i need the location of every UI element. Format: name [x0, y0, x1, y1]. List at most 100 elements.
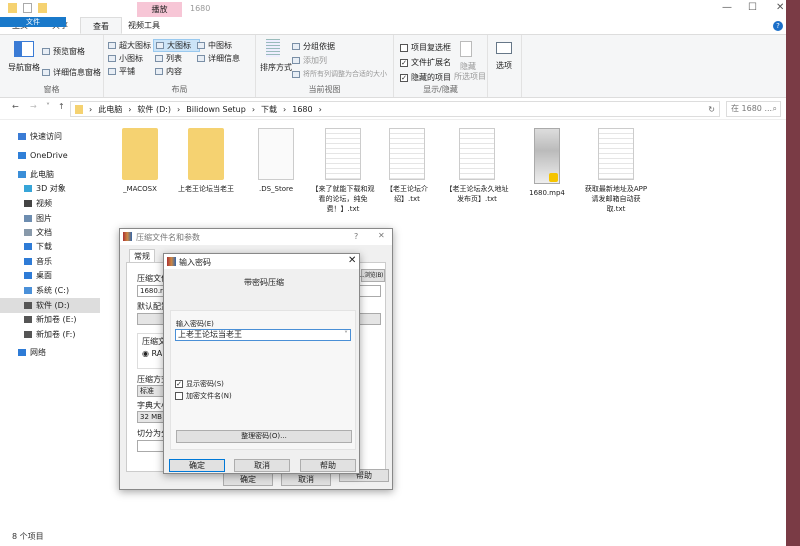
sidebar-item[interactable]: 此电脑 — [0, 167, 100, 182]
sidebar-item[interactable]: 新加卷 (E:) — [0, 312, 100, 327]
drive-icon — [24, 316, 32, 323]
details-pane-button[interactable]: 详细信息窗格 — [42, 67, 101, 78]
chevron-down-icon[interactable]: ˅ — [344, 330, 348, 340]
breadcrumb[interactable]: 软件 (D:) — [137, 104, 171, 115]
group-label: 显示/隐藏 — [423, 85, 458, 94]
sidebar-item[interactable]: 文档 — [0, 225, 100, 240]
sidebar-item[interactable]: 视频 — [0, 196, 100, 211]
sidebar-item[interactable]: 桌面 — [0, 268, 100, 283]
close-button[interactable]: ✕ — [776, 2, 784, 13]
sort-by-button[interactable]: 排序方式 — [260, 62, 292, 73]
hidden-items-toggle[interactable]: ✓ 隐藏的项目 — [400, 72, 451, 83]
ok-button[interactable]: 确定 — [169, 459, 225, 472]
label: 详细信息 — [208, 54, 240, 63]
up-button[interactable]: ↑ — [58, 102, 65, 111]
forward-button[interactable]: → — [30, 102, 37, 111]
layout-large[interactable]: 大图标 — [153, 39, 200, 52]
layout-details[interactable]: 详细信息 — [197, 53, 240, 64]
folder-icon[interactable] — [8, 3, 17, 13]
search-input[interactable]: 在 1680 ... ⌕ — [726, 101, 781, 117]
sidebar-item-label: 桌面 — [36, 271, 52, 280]
organize-passwords-button[interactable]: 整理密码(O)... — [176, 430, 352, 443]
item-checkbox-toggle[interactable]: 项目复选框 — [400, 42, 451, 53]
password-dialog: 输入密码 ✕ 带密码压缩 输入密码(E) 上老王论坛当老王 ˅ ✓ 显示密码(S) … — [163, 253, 360, 474]
breadcrumb[interactable]: 此电脑 — [98, 104, 122, 115]
divider — [0, 119, 786, 120]
sidebar-item[interactable]: 快速访问 — [0, 129, 100, 144]
properties-icon[interactable] — [23, 3, 32, 13]
checkbox[interactable]: ✓ — [175, 380, 183, 388]
options-group: 选项 — [488, 35, 522, 97]
browse-button[interactable]: 浏览(B)... — [360, 269, 385, 282]
layout-content[interactable]: 内容 — [155, 66, 182, 77]
sidebar-item[interactable]: OneDrive — [0, 148, 100, 163]
minimize-button[interactable]: — — [722, 2, 732, 13]
checkbox[interactable] — [400, 43, 408, 52]
add-column-button[interactable]: 添加列 — [292, 55, 327, 66]
nav-pane-button[interactable]: 导航窗格 — [8, 62, 40, 73]
sidebar-item-label: 新加卷 (F:) — [36, 330, 76, 339]
preview-pane-button[interactable]: 预览窗格 — [42, 46, 85, 57]
file-extensions-toggle[interactable]: ✓ 文件扩展名 — [400, 57, 451, 68]
recent-dropdown[interactable]: ˅ — [46, 102, 50, 111]
new-folder-icon[interactable] — [38, 3, 47, 13]
context-tab-play[interactable]: 播放 — [137, 2, 182, 17]
encrypt-filenames-checkbox[interactable]: 加密文件名(N) — [175, 391, 232, 401]
dialog-title: 压缩文件名和参数 — [136, 233, 200, 242]
layout-extra-large[interactable]: 超大图标 — [108, 40, 151, 51]
help-button[interactable]: ? — [354, 232, 358, 241]
breadcrumb[interactable]: Bilidown Setup — [186, 105, 246, 114]
sidebar-item[interactable]: 新加卷 (F:) — [0, 327, 100, 342]
help-button[interactable]: 帮助 — [300, 459, 356, 472]
sidebar-item[interactable]: 3D 对象 — [0, 181, 100, 196]
sidebar-item-label: 图片 — [36, 214, 52, 223]
sidebar-item[interactable]: 软件 (D:) — [0, 298, 100, 313]
sidebar-item[interactable]: 下载 — [0, 239, 100, 254]
cancel-button[interactable]: 取消 — [234, 459, 290, 472]
layout-medium[interactable]: 中图标 — [197, 40, 232, 51]
password-input[interactable]: 上老王论坛当老王 ˅ — [175, 329, 351, 341]
file-item[interactable]: .DS_Store — [243, 128, 309, 194]
options-button[interactable]: 选项 — [496, 60, 512, 71]
file-item[interactable]: 【来了就能下载和观看的论坛，纯免费！】.txt — [310, 128, 376, 214]
help-icon[interactable]: ? — [773, 21, 783, 31]
sidebar-item[interactable]: 网络 — [0, 345, 100, 360]
file-item[interactable]: 【老王论坛介绍】.txt — [374, 128, 440, 204]
sidebar-item-label: 软件 (D:) — [36, 301, 70, 310]
ok-button[interactable]: 确定 — [223, 473, 273, 486]
tab-general[interactable]: 常规 — [129, 249, 155, 263]
sidebar-item[interactable]: 系统 (C:) — [0, 283, 100, 298]
group-by-button[interactable]: 分组依据 — [292, 41, 335, 52]
tab-view[interactable]: 查看 — [80, 17, 122, 34]
file-item[interactable]: 1680.mp4 — [514, 128, 580, 198]
sidebar-item[interactable]: 音乐 — [0, 254, 100, 269]
file-item[interactable]: 【老王论坛永久地址发布页】.txt — [444, 128, 510, 204]
layout-tiles[interactable]: 平铺 — [108, 66, 135, 77]
file-item[interactable]: _MACOSX — [107, 128, 173, 194]
address-input[interactable]: › 此电脑 › 软件 (D:) › Bilidown Setup › 下载 › 1680 … — [70, 101, 720, 117]
back-button[interactable]: ← — [12, 102, 19, 111]
file-item[interactable]: 上老王论坛当老王 — [173, 128, 239, 194]
fit-columns-button[interactable]: 将所有列调整为合适的大小 — [292, 69, 387, 79]
checkbox[interactable] — [175, 392, 183, 400]
group-label: 当前视图 — [308, 85, 341, 94]
label: 添加列 — [303, 56, 327, 65]
breadcrumb[interactable]: 下载 — [261, 104, 277, 115]
sidebar-item[interactable]: 图片 — [0, 211, 100, 226]
close-button[interactable]: ✕ — [348, 255, 356, 266]
label: 将所有列调整为合适的大小 — [303, 70, 387, 78]
layout-list[interactable]: 列表 — [155, 53, 182, 64]
maximize-button[interactable]: ☐ — [748, 2, 757, 13]
layout-small[interactable]: 小图标 — [108, 53, 143, 64]
close-button[interactable]: ✕ — [378, 231, 385, 240]
cancel-button[interactable]: 取消 — [281, 473, 331, 486]
tab-file[interactable]: 文件 — [0, 17, 66, 27]
checkbox[interactable]: ✓ — [400, 73, 408, 82]
hide-selected-label[interactable]: 所选项目 — [454, 71, 486, 82]
breadcrumb[interactable]: 1680 — [292, 105, 312, 114]
refresh-icon[interactable]: ↻ — [708, 105, 715, 114]
file-item[interactable]: 获取最新地址及APP请发邮箱自动获取.txt — [583, 128, 649, 214]
checkbox[interactable]: ✓ — [400, 58, 408, 67]
show-password-checkbox[interactable]: ✓ 显示密码(S) — [175, 379, 224, 389]
tab-video-tools[interactable]: 视频工具 — [122, 17, 169, 34]
